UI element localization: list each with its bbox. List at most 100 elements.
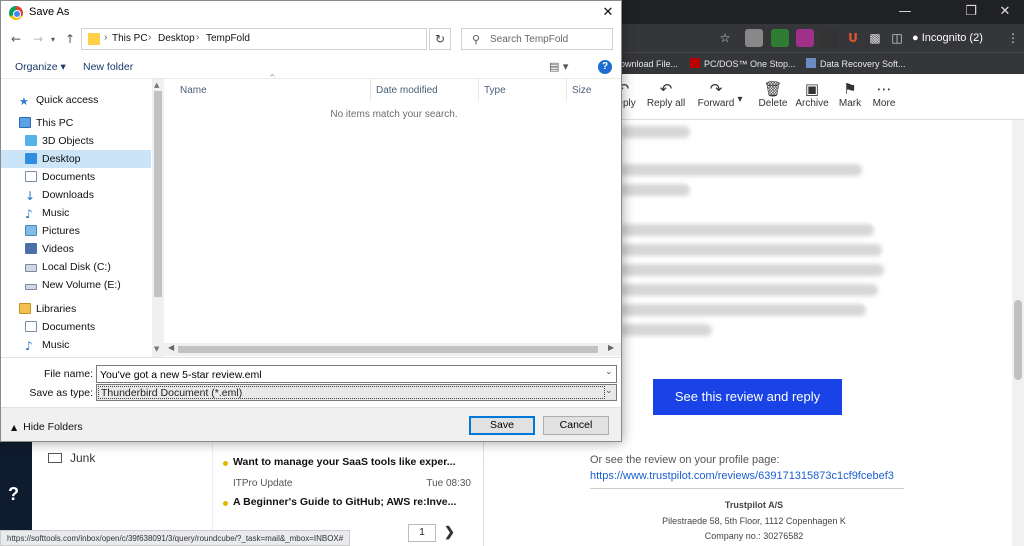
mark-icon: ⚑ — [843, 80, 857, 98]
folder-icon — [48, 453, 62, 463]
bookmark-item[interactable]: Data Recovery Soft... — [806, 56, 906, 72]
restore-icon[interactable]: ❐ — [954, 0, 988, 24]
navigation-row: ← → ▾ ↑ › This PC › Desktop › TempFold ⌄… — [1, 25, 621, 63]
hide-folders-button[interactable]: ▲ Hide Folders — [11, 421, 83, 433]
extension-icon[interactable] — [745, 29, 763, 47]
column-divider[interactable] — [370, 79, 371, 101]
nav-documents[interactable]: Documents — [25, 168, 164, 186]
scroll-down-icon[interactable]: ▼ — [154, 345, 159, 353]
nav-library-documents[interactable]: Documents — [25, 318, 164, 336]
up-icon[interactable]: ↑ — [65, 32, 75, 46]
close-icon[interactable]: ✕ — [597, 3, 619, 23]
star-icon[interactable]: ☆ — [716, 29, 734, 47]
nav-pictures[interactable]: Pictures — [25, 222, 164, 240]
new-folder-button[interactable]: New folder — [83, 61, 133, 73]
extension-icon[interactable]: U — [844, 29, 862, 47]
forward-menu-button[interactable]: ▾ — [734, 94, 746, 105]
breadcrumb-this-pc[interactable]: This PC — [112, 33, 148, 44]
chevron-down-icon[interactable]: ⌄ — [605, 386, 613, 396]
search-input[interactable] — [490, 32, 608, 46]
search-box[interactable]: ⚲ — [461, 28, 613, 50]
help-icon[interactable]: ? — [598, 60, 612, 74]
recent-locations-icon[interactable]: ▾ — [51, 35, 55, 44]
save-as-type-select[interactable]: Thunderbird Document (*.eml) ⌄ — [96, 384, 617, 401]
extension-icon[interactable] — [820, 29, 838, 47]
file-name-box[interactable]: ⌄ — [96, 365, 617, 383]
refresh-icon[interactable]: ↻ — [429, 28, 451, 50]
drive-icon — [25, 264, 37, 272]
next-page-icon[interactable]: ❯ — [444, 524, 455, 540]
nav-videos[interactable]: Videos — [25, 240, 164, 258]
review-link[interactable]: https://www.trustpilot.com/reviews/63917… — [590, 470, 904, 489]
column-name[interactable]: Name — [180, 83, 207, 99]
scrollbar-thumb[interactable] — [178, 346, 598, 353]
message-subject[interactable]: Want to manage your SaaS tools like expe… — [233, 456, 463, 468]
message-subject[interactable]: A Beginner's Guide to GitHub; AWS re:Inv… — [233, 496, 463, 508]
menu-icon[interactable]: ⋮ — [1004, 29, 1022, 47]
more-button[interactable]: ⋯ More — [870, 80, 898, 109]
nav-desktop[interactable]: Desktop — [1, 150, 151, 168]
extension-icon[interactable] — [771, 29, 789, 47]
incognito-badge[interactable]: ● Incognito (2) — [912, 28, 983, 48]
cancel-button[interactable]: Cancel — [543, 416, 609, 435]
archive-button[interactable]: ▣ Archive — [794, 80, 830, 109]
see-review-button[interactable]: See this review and reply — [653, 379, 842, 415]
nav-3d-objects[interactable]: 3D Objects — [25, 132, 164, 150]
organize-button[interactable]: Organize ▾ — [15, 61, 66, 73]
document-icon — [25, 321, 37, 332]
scrollbar-thumb[interactable] — [1014, 300, 1022, 380]
nav-downloads[interactable]: ↓ Downloads — [25, 186, 164, 204]
delete-button[interactable]: 🗑 Delete — [758, 80, 788, 109]
empty-message: No items match your search. — [330, 109, 458, 120]
library-icon — [19, 303, 31, 314]
email-scrollbar[interactable] — [1012, 120, 1024, 546]
nav-quick-access[interactable]: ★ Quick access — [19, 91, 164, 109]
music-icon: ♪ — [25, 207, 33, 221]
minimize-icon[interactable]: — — [888, 0, 922, 24]
file-list: ^ Name Date modified Type Size No items … — [164, 73, 621, 343]
nav-music[interactable]: ♪ Music — [25, 204, 164, 222]
navigation-scrollbar[interactable]: ▲ ▼ — [152, 79, 164, 357]
address-bar[interactable]: › This PC › Desktop › TempFold — [81, 28, 427, 50]
nav-new-volume[interactable]: New Volume (E:) — [25, 276, 164, 294]
puzzle-icon[interactable]: ▩ — [866, 29, 884, 47]
extension-icon[interactable] — [796, 29, 814, 47]
sidepanel-icon[interactable]: ◫ — [888, 29, 906, 47]
reply-all-button[interactable]: ↶ Reply all — [644, 80, 688, 109]
bookmark-item[interactable]: ownload File... — [620, 56, 678, 72]
view-options-icon[interactable]: ▤ ▾ — [549, 60, 568, 73]
blurred-text — [620, 264, 884, 276]
help-icon[interactable]: ? — [8, 484, 19, 505]
page-number-input[interactable]: 1 — [408, 524, 436, 542]
nav-this-pc[interactable]: This PC — [19, 114, 164, 132]
forward-icon[interactable]: → — [33, 32, 43, 46]
chevron-down-icon: ▾ — [737, 94, 743, 105]
save-button[interactable]: Save — [469, 416, 535, 435]
scroll-left-icon[interactable]: ◀ — [168, 343, 174, 352]
column-date-modified[interactable]: Date modified — [376, 83, 438, 99]
folder-junk[interactable]: Junk — [48, 451, 95, 465]
breadcrumb-tempfold[interactable]: TempFold — [206, 33, 250, 44]
column-size[interactable]: Size — [572, 83, 591, 99]
breadcrumb-desktop[interactable]: Desktop — [158, 33, 195, 44]
file-name-input[interactable] — [100, 368, 600, 381]
scrollbar-thumb[interactable] — [154, 91, 162, 297]
scroll-up-icon[interactable]: ▲ — [154, 81, 159, 89]
nav-libraries[interactable]: Libraries — [19, 300, 164, 318]
column-divider[interactable] — [478, 79, 479, 101]
star-icon: ★ — [19, 96, 29, 108]
column-type[interactable]: Type — [484, 83, 506, 99]
review-link-caption: Or see the review on your profile page: — [590, 454, 780, 466]
back-icon[interactable]: ← — [11, 32, 21, 46]
chevron-down-icon[interactable]: ⌄ — [605, 367, 613, 377]
forward-button[interactable]: ↷ Forward — [696, 80, 736, 109]
close-browser-icon[interactable]: ✕ — [988, 0, 1022, 24]
bookmark-item[interactable]: PC/DOS™ One Stop... — [690, 56, 796, 72]
scroll-right-icon[interactable]: ▶ — [608, 343, 614, 352]
mark-button[interactable]: ⚑ Mark — [836, 80, 864, 109]
nav-local-disk[interactable]: Local Disk (C:) — [25, 258, 164, 276]
dialog-button-row: ▲ Hide Folders Save Cancel — [1, 407, 621, 441]
column-divider[interactable] — [566, 79, 567, 101]
nav-library-music[interactable]: ♪ Music — [25, 336, 164, 354]
file-list-scrollbar[interactable]: ◀ ▶ — [164, 343, 621, 356]
